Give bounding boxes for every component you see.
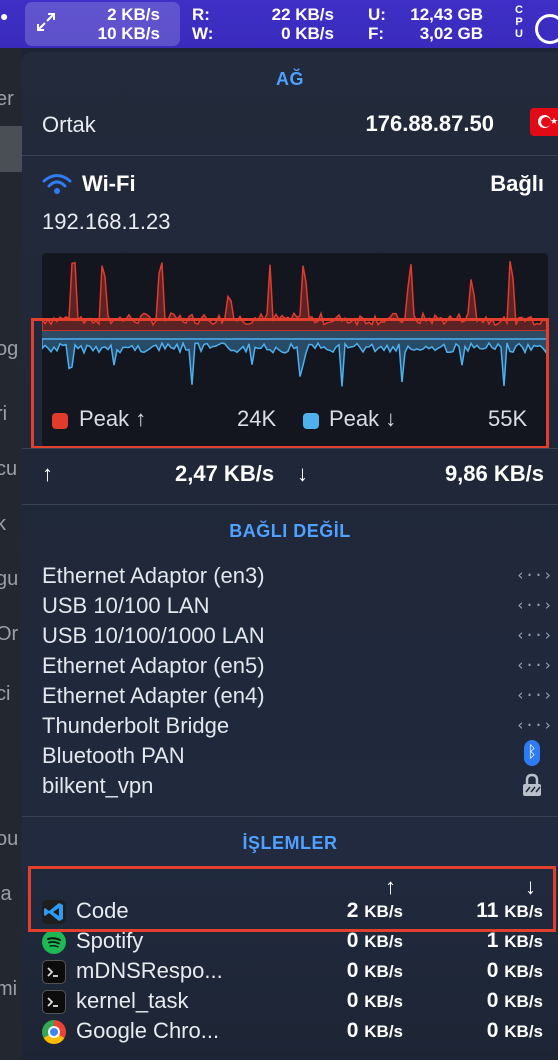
highlight-box-download-graph (31, 318, 549, 449)
processes-section-title: İŞLEMLER (242, 833, 338, 853)
background-tab (0, 126, 22, 172)
ethernet-icon: ‹··› (516, 626, 553, 644)
menu-net-down-value: 10 KB/s (97, 24, 160, 43)
menu-disk-write-value[interactable]: 0 KB/s (281, 25, 334, 43)
ethernet-icon: ‹··› (516, 656, 553, 674)
network-arrows-icon (37, 13, 55, 31)
bluetooth-icon: ᛒ (524, 740, 540, 766)
menu-disk-read-value[interactable]: 22 KB/s (272, 6, 334, 24)
unit-label: KB/s (504, 932, 543, 951)
turkey-flag-icon: ★ (530, 108, 558, 136)
highlight-box-code-process (28, 866, 556, 932)
adapter-en3[interactable]: Ethernet Adaptor (en3) (42, 563, 265, 589)
menu-net-up-value: 2 KB/s (107, 5, 160, 24)
network-section-title: AĞ (276, 69, 304, 89)
terminal-icon (42, 990, 66, 1014)
chrome-icon (42, 1020, 66, 1044)
process-upload-value: 0 KB/s (347, 929, 403, 953)
download-arrow-icon: ↓ (297, 461, 308, 486)
process-name[interactable]: Google Chro... (76, 1018, 219, 1044)
upload-speed: 2,47 KB/s (175, 461, 275, 486)
process-upload-number: 0 (346, 989, 359, 1012)
divider (22, 504, 558, 505)
local-ip-value[interactable]: 192.168.1.23 (42, 209, 170, 235)
divider (22, 816, 558, 817)
unit-label: KB/s (504, 992, 543, 1011)
cpu-gauge-icon[interactable] (535, 14, 558, 44)
ethernet-icon: ‹··› (516, 596, 553, 614)
process-name[interactable]: kernel_task (76, 988, 189, 1014)
process-download-number: 1 (486, 929, 499, 952)
process-upload-number: 0 (346, 959, 359, 982)
ethernet-icon: ‹··› (516, 716, 553, 734)
ethernet-icon: ‹··› (516, 566, 553, 584)
public-ip-value[interactable]: 176.88.87.50 (366, 111, 494, 137)
process-download-value: 0 KB/s (487, 1019, 543, 1043)
menu-mem-used-value[interactable]: 12,43 GB (410, 6, 483, 24)
adapter-vpn[interactable]: bilkent_vpn (42, 773, 153, 799)
unit-label: KB/s (364, 992, 403, 1011)
process-download-number: 0 (486, 1019, 499, 1042)
wifi-status: Bağlı (490, 171, 544, 196)
upload-arrow-icon: ↑ (42, 461, 53, 486)
process-download-number: 0 (486, 959, 499, 982)
process-download-value: 0 KB/s (487, 959, 543, 983)
menu-bar-partial-icon: ● (0, 8, 9, 24)
adapter-usb-1000[interactable]: USB 10/100/1000 LAN (42, 623, 265, 649)
wifi-icon (42, 174, 72, 194)
download-speed: 9,86 KB/s (444, 461, 544, 486)
menu-mem-free-label: F: (368, 24, 385, 43)
menu-disk-read-label: R: (192, 5, 210, 24)
public-ip-label: Ortak (42, 112, 96, 137)
vpn-lock-icon (523, 773, 541, 796)
network-popover: AĞ Ortak 176.88.87.50 ★ Wi-Fi Bağlı 192.… (22, 52, 558, 1060)
process-upload-number: 0 (346, 929, 359, 952)
process-name[interactable]: mDNSRespo... (76, 958, 223, 984)
disconnected-section-title: BAĞLI DEĞİL (229, 521, 351, 541)
background-window-edge: er og ri cu k gu Or ci ou la mi (0, 48, 22, 1060)
spotify-icon (42, 930, 66, 954)
adapter-en4[interactable]: Ethernet Adapter (en4) (42, 683, 265, 709)
adapter-en5[interactable]: Ethernet Adaptor (en5) (42, 653, 265, 679)
process-download-value: 0 KB/s (487, 989, 543, 1013)
menu-bar: ● 2 KB/s 10 KB/s R: W: 22 KB/s 0 KB/s U:… (0, 0, 558, 48)
unit-label: KB/s (364, 962, 403, 981)
menu-mem-free-value[interactable]: 3,02 GB (420, 25, 483, 43)
network-menu-item[interactable]: 2 KB/s 10 KB/s (25, 2, 180, 46)
adapter-bluetooth-pan[interactable]: Bluetooth PAN (42, 743, 185, 769)
process-upload-value: 0 KB/s (347, 989, 403, 1013)
process-upload-number: 0 (346, 1019, 359, 1042)
process-download-value: 1 KB/s (487, 929, 543, 953)
adapter-usb-100[interactable]: USB 10/100 LAN (42, 593, 210, 619)
process-download-number: 0 (486, 989, 499, 1012)
unit-label: KB/s (364, 932, 403, 951)
ethernet-icon: ‹··› (516, 686, 553, 704)
process-upload-value: 0 KB/s (347, 1019, 403, 1043)
unit-label: KB/s (364, 1022, 403, 1041)
menu-cpu-label[interactable]: CPU (513, 4, 525, 40)
menu-disk-write-label: W: (192, 24, 214, 43)
process-upload-value: 0 KB/s (347, 959, 403, 983)
terminal-icon (42, 960, 66, 984)
menu-mem-used-label: U: (368, 5, 386, 24)
divider (22, 155, 558, 156)
unit-label: KB/s (504, 962, 543, 981)
unit-label: KB/s (504, 1022, 543, 1041)
adapter-thunderbolt[interactable]: Thunderbolt Bridge (42, 713, 229, 739)
wifi-label: Wi-Fi (82, 171, 136, 196)
divider (22, 448, 558, 449)
